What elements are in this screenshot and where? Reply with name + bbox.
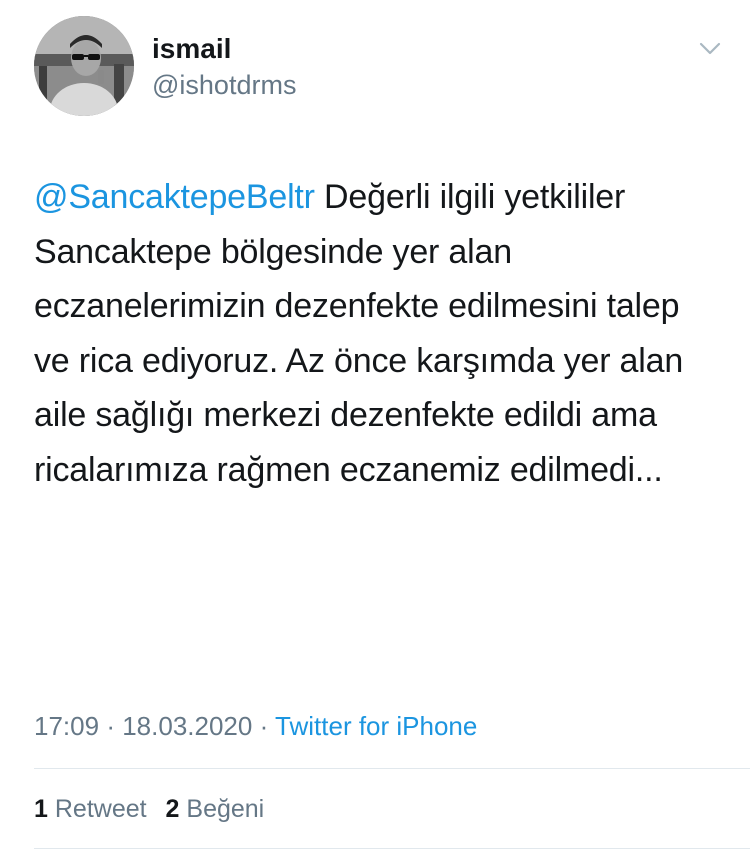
tweet-time: 17:09 [34, 711, 100, 741]
divider [34, 768, 750, 769]
avatar[interactable] [34, 16, 134, 116]
retweet-label: Retweet [54, 795, 147, 823]
tweet-meta: 17:09 · 18.03.2020 · Twitter for iPhone [34, 708, 477, 744]
tweet-text: @SancaktepeBeltr Değerli ilgili yetkilil… [34, 170, 724, 497]
like-label: Beğeni [186, 795, 265, 823]
meta-separator: · [106, 711, 115, 741]
avatar-photo [34, 16, 134, 116]
tweet-date: 18.03.2020 [122, 711, 253, 741]
likes-stat[interactable]: 2 Beğeni [166, 795, 265, 823]
user-handle[interactable]: @ishotdrms [152, 69, 296, 101]
meta-separator: · [259, 711, 269, 741]
retweet-count: 1 [34, 795, 48, 823]
mention-link[interactable]: @SancaktepeBeltr [34, 178, 315, 216]
tweet-detail: ismail @ishotdrms @SancaktepeBeltr Değer… [0, 0, 750, 849]
like-count: 2 [165, 795, 180, 823]
tweet-body: Değerli ilgili yetkililer Sancaktepe böl… [34, 178, 684, 489]
chevron-down-icon[interactable] [698, 38, 722, 58]
tweet-source-link[interactable]: Twitter for iPhone [275, 711, 477, 741]
display-name[interactable]: ismail [152, 33, 231, 65]
retweets-stat[interactable]: 1 Retweet [34, 795, 147, 823]
tweet-stats: 1 Retweet 2 Beğeni [34, 791, 264, 827]
